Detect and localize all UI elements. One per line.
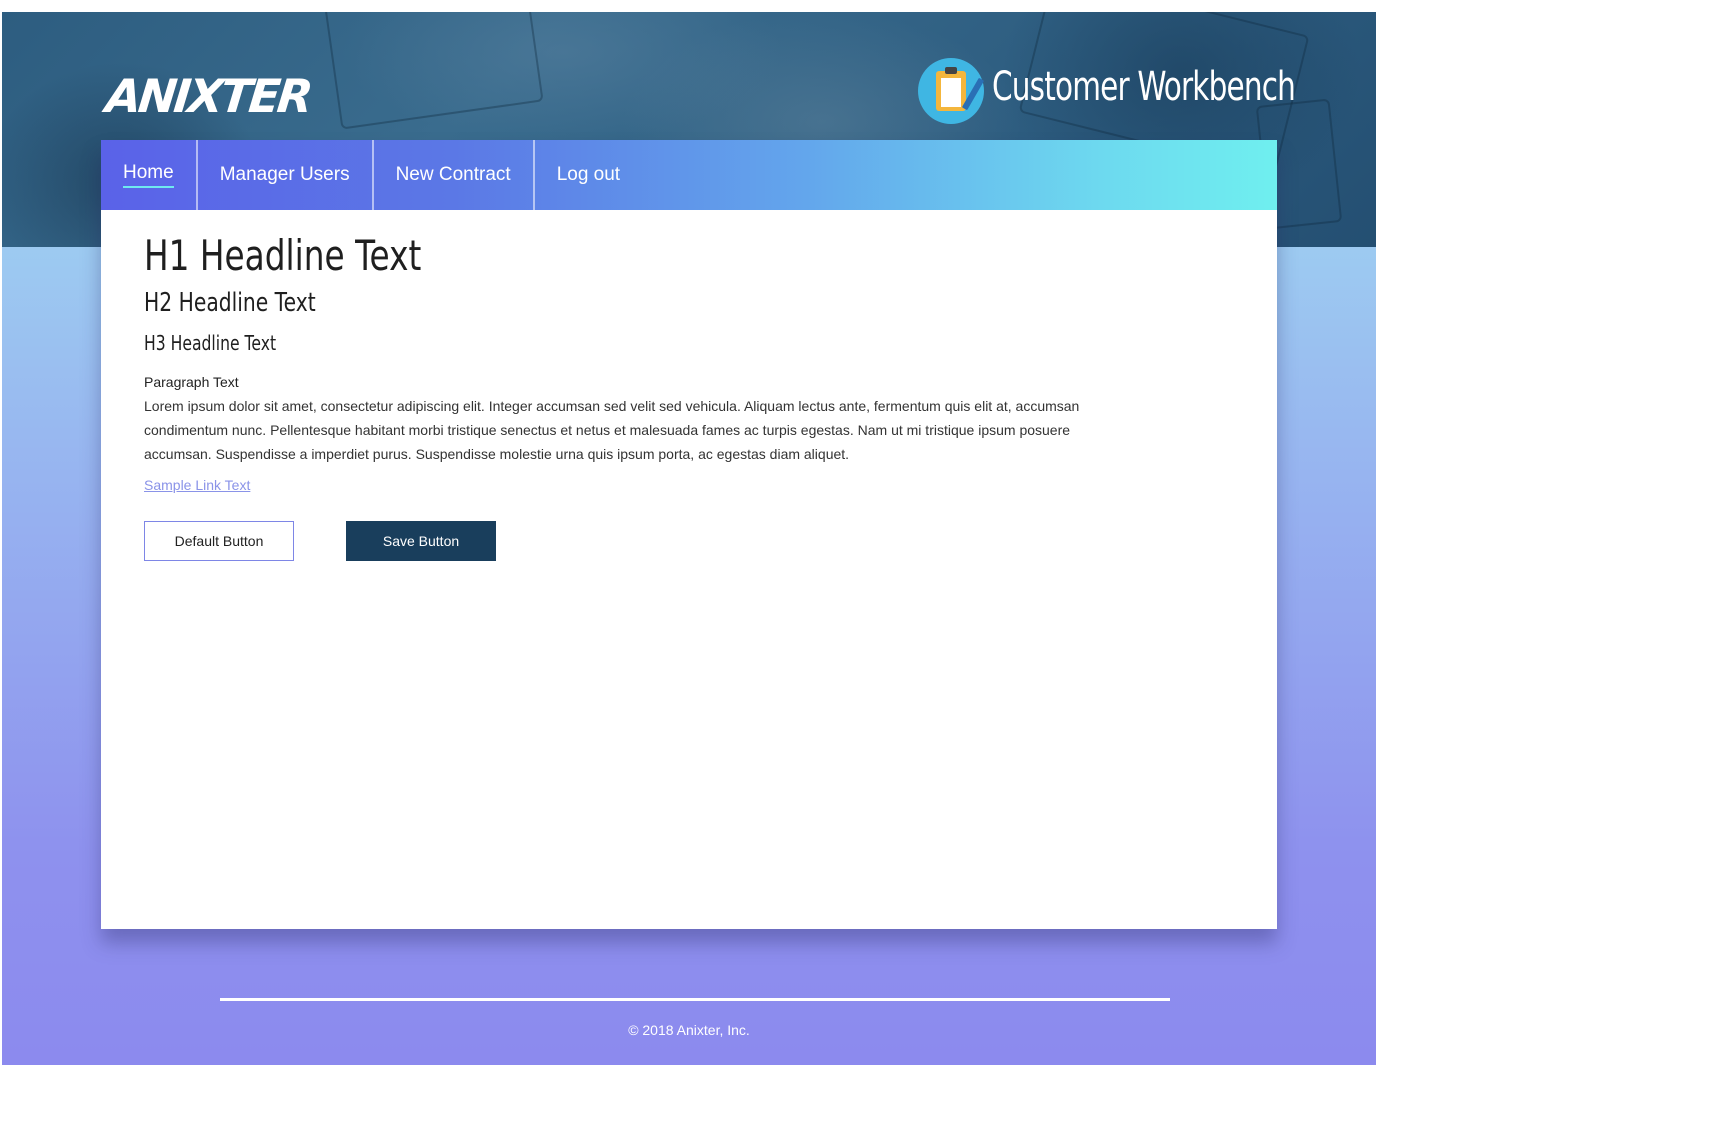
laptop-graphic bbox=[324, 12, 544, 130]
nav-item-manager-users[interactable]: Manager Users bbox=[198, 140, 374, 210]
page-background: ANIXTER Customer Workbench Home Manager … bbox=[2, 12, 1376, 1065]
nav-item-label: New Contract bbox=[395, 164, 511, 185]
paragraph-text: Lorem ipsum dolor sit amet, consectetur … bbox=[144, 398, 1080, 462]
save-button[interactable]: Save Button bbox=[346, 521, 496, 561]
anixter-logo[interactable]: ANIXTER bbox=[103, 69, 313, 123]
paragraph-label: Paragraph Text bbox=[144, 374, 239, 390]
nav-item-log-out[interactable]: Log out bbox=[535, 140, 642, 210]
h1-headline: H1 Headline Text bbox=[144, 231, 422, 280]
main-nav: Home Manager Users New Contract Log out bbox=[101, 140, 1277, 210]
nav-item-home[interactable]: Home bbox=[101, 140, 198, 210]
nav-item-label: Home bbox=[123, 162, 174, 188]
nav-item-new-contract[interactable]: New Contract bbox=[374, 140, 535, 210]
app-title: Customer Workbench bbox=[992, 64, 1296, 110]
clipboard-icon bbox=[918, 58, 985, 124]
main-card: Home Manager Users New Contract Log out … bbox=[101, 140, 1277, 929]
footer-copyright: © 2018 Anixter, Inc. bbox=[628, 1022, 750, 1038]
h3-headline: H3 Headline Text bbox=[144, 331, 277, 355]
default-button[interactable]: Default Button bbox=[144, 521, 294, 561]
button-row: Default Button Save Button bbox=[144, 521, 1144, 561]
sample-link[interactable]: Sample Link Text bbox=[144, 477, 250, 493]
content-area: H1 Headline Text H2 Headline Text H3 Hea… bbox=[144, 232, 1144, 561]
h2-headline: H2 Headline Text bbox=[144, 288, 316, 318]
nav-item-label: Manager Users bbox=[219, 164, 350, 185]
nav-item-label: Log out bbox=[556, 164, 621, 185]
footer-divider bbox=[220, 998, 1170, 1001]
